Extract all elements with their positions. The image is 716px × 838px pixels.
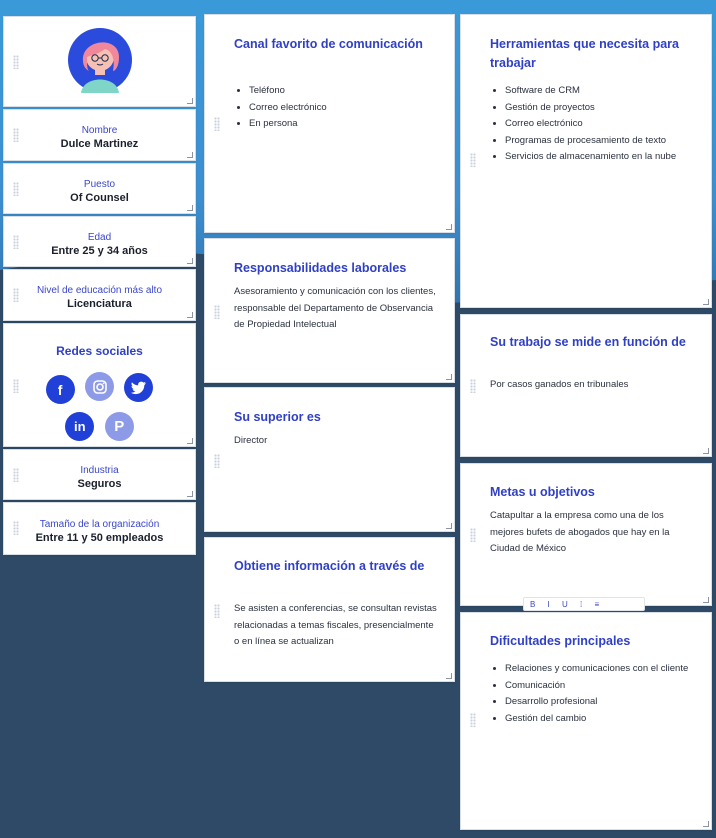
drag-handle-icon[interactable]: [214, 117, 220, 131]
field-card-tamano[interactable]: Tamaño de la organización Entre 11 y 50 …: [3, 502, 196, 555]
card-trabajo-mide[interactable]: Su trabajo se mide en función de Por cas…: [460, 314, 712, 457]
pinterest-icon[interactable]: P: [104, 412, 134, 441]
avatar-card[interactable]: [3, 16, 196, 107]
resize-handle-icon[interactable]: [703, 821, 709, 827]
card-title: Obtiene información a través de: [234, 559, 425, 573]
field-label: Puesto: [83, 179, 116, 190]
list-item: Correo electrónico: [505, 116, 695, 133]
list-item: Gestión de proyectos: [505, 100, 695, 117]
format-toolbar[interactable]: B I U ⁞ ≡: [523, 597, 645, 611]
list-item: Teléfono: [249, 83, 438, 100]
resize-handle-icon[interactable]: [703, 597, 709, 603]
card-title: Responsabilidades laborales: [234, 261, 407, 275]
drag-handle-icon[interactable]: [470, 153, 476, 167]
resize-handle-icon[interactable]: [187, 312, 193, 318]
resize-handle-icon[interactable]: [187, 98, 193, 104]
card-title: Herramientas que necesita para trabajar: [490, 37, 679, 70]
card-dificultades[interactable]: Dificultades principales Relaciones y co…: [460, 612, 712, 830]
resize-handle-icon[interactable]: [446, 523, 452, 529]
card-title: Dificultades principales: [490, 634, 631, 648]
card-list[interactable]: Teléfono Correo electrónico En persona: [234, 83, 438, 133]
card-list[interactable]: Relaciones y comunicaciones con el clien…: [490, 661, 695, 727]
field-label: Tamaño de la organización: [39, 519, 160, 530]
facebook-icon[interactable]: f: [45, 375, 75, 404]
resize-handle-icon[interactable]: [187, 152, 193, 158]
field-label: Nivel de educación más alto: [36, 285, 163, 296]
field-label: Nombre: [81, 125, 118, 136]
list-item: En persona: [249, 116, 438, 133]
card-text[interactable]: Catapultar a la empresa como una de los …: [490, 508, 695, 558]
list-item: Comunicación: [505, 678, 695, 695]
field-value[interactable]: Entre 25 y 34 años: [4, 244, 195, 259]
card-title: Su superior es: [234, 410, 321, 424]
card-title: Canal favorito de comunicación: [234, 37, 423, 51]
drag-handle-icon[interactable]: [214, 305, 220, 319]
field-card-industria[interactable]: Industria Seguros: [3, 449, 196, 500]
field-value[interactable]: Dulce Martinez: [4, 137, 195, 152]
instagram-icon[interactable]: [85, 372, 114, 401]
card-title: Metas u objetivos: [490, 485, 595, 499]
card-text[interactable]: Director: [234, 433, 438, 450]
card-responsabilidades[interactable]: Responsabilidades laborales Asesoramient…: [204, 238, 455, 383]
card-text[interactable]: Por casos ganados en tribunales: [490, 377, 695, 394]
card-text[interactable]: Asesoramiento y comunicación con los cli…: [234, 284, 438, 334]
field-value[interactable]: Licenciatura: [4, 297, 195, 312]
drag-handle-icon[interactable]: [214, 454, 220, 468]
drag-handle-icon[interactable]: [470, 379, 476, 393]
card-metas[interactable]: Metas u objetivos Catapultar a la empres…: [460, 463, 712, 606]
card-informacion[interactable]: Obtiene información a través de Se asist…: [204, 537, 455, 682]
resize-handle-icon[interactable]: [703, 299, 709, 305]
linkedin-icon[interactable]: in: [65, 412, 95, 441]
drag-handle-icon[interactable]: [214, 604, 220, 618]
field-label: Edad: [87, 232, 112, 243]
field-value[interactable]: Entre 11 y 50 empleados: [4, 531, 195, 546]
list-item: Gestión del cambio: [505, 711, 695, 728]
card-canal-favorito[interactable]: Canal favorito de comunicación Teléfono …: [204, 14, 455, 233]
drag-handle-icon[interactable]: [470, 713, 476, 727]
field-label: Industria: [80, 465, 119, 476]
card-list[interactable]: Software de CRM Gestión de proyectos Cor…: [490, 83, 695, 166]
resize-handle-icon[interactable]: [446, 224, 452, 230]
social-title: Redes sociales: [56, 344, 143, 358]
field-card-puesto[interactable]: Puesto Of Counsel: [3, 163, 196, 214]
field-card-edad[interactable]: Edad Entre 25 y 34 años: [3, 216, 196, 267]
field-card-nombre[interactable]: Nombre Dulce Martinez: [3, 109, 196, 161]
avatar: [68, 28, 132, 93]
list-item: Programas de procesamiento de texto: [505, 133, 695, 150]
twitter-icon[interactable]: [124, 373, 154, 402]
card-superior[interactable]: Su superior es Director: [204, 387, 455, 532]
social-card[interactable]: Redes sociales f in P: [3, 323, 196, 447]
resize-handle-icon[interactable]: [187, 438, 193, 444]
resize-handle-icon[interactable]: [187, 491, 193, 497]
field-value[interactable]: Of Counsel: [4, 191, 195, 206]
list-item: Relaciones y comunicaciones con el clien…: [505, 661, 695, 678]
list-item: Correo electrónico: [249, 100, 438, 117]
resize-handle-icon[interactable]: [703, 448, 709, 454]
list-item: Desarrollo profesional: [505, 694, 695, 711]
resize-handle-icon[interactable]: [187, 258, 193, 264]
list-item: Software de CRM: [505, 83, 695, 100]
card-text[interactable]: Se asisten a conferencias, se consultan …: [234, 601, 438, 651]
list-item: Servicios de almacenamiento en la nube: [505, 149, 695, 166]
drag-handle-icon[interactable]: [470, 528, 476, 542]
resize-handle-icon[interactable]: [446, 374, 452, 380]
drag-handle-icon[interactable]: [13, 55, 19, 69]
resize-handle-icon[interactable]: [187, 205, 193, 211]
card-title: Su trabajo se mide en función de: [490, 335, 686, 349]
resize-handle-icon[interactable]: [446, 673, 452, 679]
field-value[interactable]: Seguros: [4, 477, 195, 492]
card-herramientas[interactable]: Herramientas que necesita para trabajar …: [460, 14, 712, 308]
field-card-educacion[interactable]: Nivel de educación más alto Licenciatura: [3, 269, 196, 321]
